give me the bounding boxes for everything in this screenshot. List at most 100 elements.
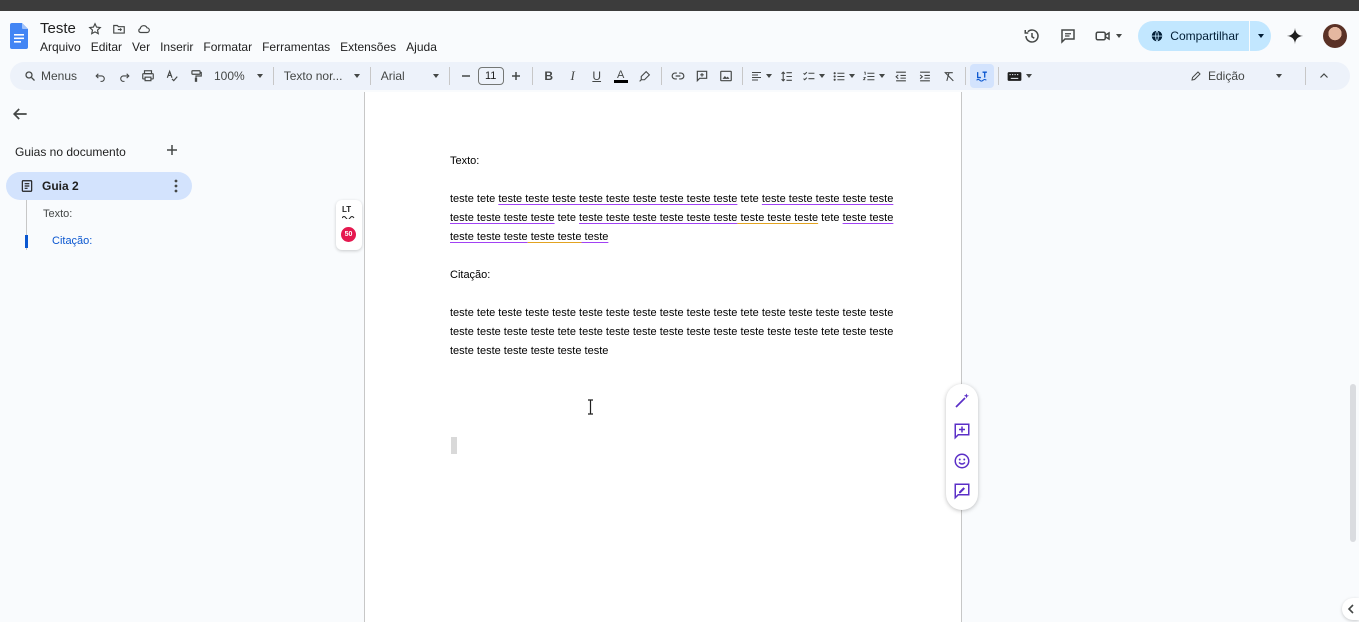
account-avatar[interactable] (1323, 24, 1347, 48)
increase-font-size-icon[interactable] (504, 64, 528, 88)
flagged-text-span[interactable]: teste teste teste teste teste teste test… (498, 193, 737, 205)
toolbar-divider (448, 67, 450, 85)
menu-ferramentas[interactable]: Ferramentas (262, 40, 335, 54)
document-body[interactable]: Texto: teste tete teste teste teste test… (450, 152, 910, 361)
pencil-icon (1191, 71, 1201, 81)
outline-item-citacao[interactable]: Citação: (52, 235, 92, 247)
menu-bar: Arquivo Editar Ver Inserir Formatar Ferr… (40, 40, 447, 54)
style-caret-icon (353, 74, 360, 78)
star-icon[interactable] (87, 21, 103, 37)
zoom-value: 100% (214, 69, 245, 83)
menu-ajuda[interactable]: Ajuda (406, 40, 442, 54)
text-color-icon[interactable]: A (609, 64, 633, 88)
document-title[interactable]: Teste (40, 20, 76, 37)
languagetool-wave-icon (342, 216, 355, 219)
docs-header: Teste Arquivo Editar Ver Inserir Formata… (0, 11, 1359, 61)
meet-icon[interactable] (1086, 20, 1130, 52)
print-icon[interactable] (136, 64, 160, 88)
guides-heading: Guias no documento (15, 145, 126, 159)
zoom-select[interactable]: 100% (208, 64, 269, 88)
vertical-scrollbar[interactable] (1350, 384, 1356, 542)
document-page[interactable]: Texto: teste tete teste teste teste test… (364, 92, 962, 622)
bulleted-list-icon[interactable] (829, 64, 859, 88)
move-folder-icon[interactable] (111, 21, 127, 37)
bold-icon[interactable]: B (537, 64, 561, 88)
search-menus-label: Menus (41, 69, 78, 83)
flagged-text-span[interactable]: teste teste teste (737, 212, 818, 224)
flagged-text-span[interactable]: teste teste teste teste teste teste (579, 212, 737, 224)
add-tab-icon[interactable] (165, 143, 179, 157)
add-comment-icon[interactable] (690, 64, 714, 88)
share-button[interactable]: Compartilhar (1138, 21, 1271, 51)
comments-icon[interactable] (1050, 20, 1086, 52)
decrease-indent-icon[interactable] (889, 64, 913, 88)
paint-format-icon[interactable] (184, 64, 208, 88)
text-span: tete (737, 193, 762, 205)
flagged-text-span[interactable]: teste teste teste (450, 231, 528, 243)
checklist-caret-icon (819, 74, 826, 78)
collapse-menus-icon[interactable] (1312, 64, 1336, 88)
redo-icon[interactable] (112, 64, 136, 88)
chevron-left-icon (1347, 604, 1354, 614)
menu-ver[interactable]: Ver (132, 40, 155, 54)
align-caret-icon (765, 74, 772, 78)
line-spacing-icon[interactable] (775, 64, 799, 88)
font-caret-icon (432, 74, 439, 78)
insert-link-icon[interactable] (666, 64, 690, 88)
insert-image-icon[interactable] (714, 64, 738, 88)
flagged-text-span[interactable]: teste teste (843, 212, 894, 224)
emoji-reaction-icon[interactable] (953, 452, 971, 470)
undo-icon[interactable] (88, 64, 112, 88)
increase-indent-icon[interactable] (913, 64, 937, 88)
help-me-write-icon[interactable] (953, 392, 971, 410)
tab-guia-2[interactable]: Guia 2 (6, 172, 192, 200)
decrease-font-size-icon[interactable] (454, 64, 478, 88)
spellcheck-icon[interactable] (160, 64, 184, 88)
toolbar-divider (964, 67, 966, 85)
cloud-status-icon[interactable] (135, 21, 151, 37)
menu-inserir[interactable]: Inserir (160, 40, 198, 54)
more-vert-icon[interactable] (174, 179, 178, 193)
flagged-text-span[interactable]: teste teste teste teste teste (762, 193, 893, 205)
gemini-icon[interactable] (1277, 20, 1313, 52)
add-comment-float-icon[interactable] (953, 422, 971, 440)
browser-top-strip (0, 0, 1359, 11)
languagetool-error-count[interactable]: 50 (341, 227, 356, 242)
search-menus[interactable]: Menus (16, 65, 88, 87)
flagged-text-span[interactable]: teste (581, 231, 609, 243)
flagged-text-span[interactable]: teste teste teste teste (450, 212, 555, 224)
back-arrow-icon[interactable] (10, 104, 30, 124)
tab-document-icon (21, 180, 33, 192)
italic-icon[interactable]: I (561, 64, 585, 88)
font-size-input[interactable]: 11 (477, 67, 504, 85)
text-span: teste tete (450, 193, 499, 205)
input-tools-icon[interactable] (1003, 64, 1037, 88)
numbered-caret-icon (879, 74, 886, 78)
text-span: tete (818, 212, 843, 224)
clear-formatting-icon[interactable] (937, 64, 961, 88)
underline-icon[interactable]: U (585, 64, 609, 88)
align-icon[interactable] (747, 64, 775, 88)
languagetool-toolbar-icon[interactable] (969, 64, 994, 88)
outline-item-texto[interactable]: Texto: (43, 208, 72, 220)
editing-mode-select[interactable]: Edição (1182, 64, 1290, 88)
share-options-button[interactable] (1249, 21, 1271, 51)
menu-arquivo[interactable]: Arquivo (40, 40, 86, 54)
suggest-edits-icon[interactable] (953, 482, 971, 500)
menu-extensoes[interactable]: Extensões (340, 40, 401, 54)
paragraph-style-value: Texto nor... (283, 69, 343, 83)
menu-editar[interactable]: Editar (91, 40, 127, 54)
font-select[interactable]: Arial (375, 64, 445, 88)
paragraph-line: teste teste teste teste tete teste teste… (450, 209, 910, 228)
menu-formatar[interactable]: Formatar (203, 40, 257, 54)
side-panel-toggle[interactable] (1342, 598, 1359, 620)
flagged-text-span[interactable]: teste teste (528, 231, 582, 243)
checklist-icon[interactable] (799, 64, 829, 88)
paragraph-style-select[interactable]: Texto nor... (278, 64, 366, 88)
quote-line: teste teste teste teste tete teste teste… (450, 326, 894, 338)
numbered-list-icon[interactable] (859, 64, 889, 88)
languagetool-widget[interactable]: LT 50 (336, 200, 362, 250)
version-history-icon[interactable] (1014, 20, 1050, 52)
highlight-color-icon[interactable] (633, 64, 657, 88)
docs-logo-icon[interactable] (10, 23, 28, 49)
